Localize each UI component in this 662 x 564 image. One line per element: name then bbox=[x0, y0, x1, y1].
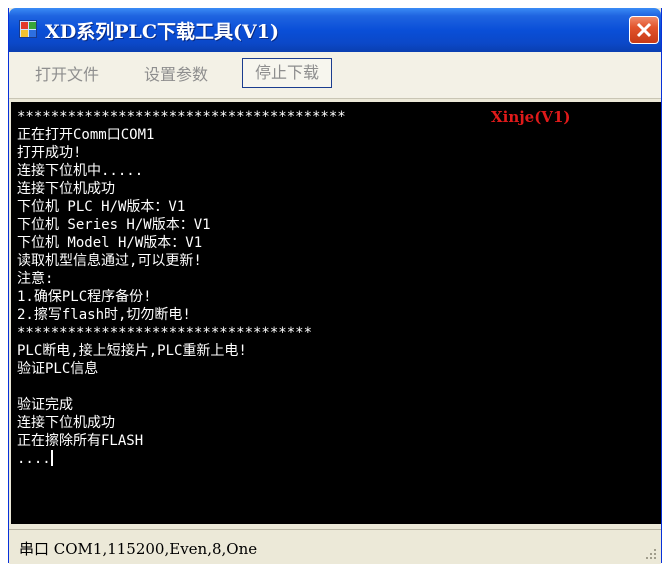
text-cursor bbox=[50, 450, 53, 466]
console-line: 下位机 PLC H/W版本：V1 bbox=[17, 199, 186, 215]
close-icon bbox=[636, 22, 652, 38]
open-file-button[interactable]: 打开文件 bbox=[35, 62, 99, 88]
console-line: 2.擦写flash时,切勿断电! bbox=[17, 307, 191, 323]
app-icon[interactable] bbox=[19, 20, 37, 38]
status-bar: 串口 COM1,115200,Even,8,One bbox=[9, 529, 661, 564]
console-line: 读取机型信息通过,可以更新! bbox=[17, 253, 202, 269]
console-output[interactable]: *************************************** … bbox=[11, 102, 661, 524]
console-line: 连接下位机成功 bbox=[17, 181, 115, 197]
console-line: 连接下位机成功 bbox=[17, 415, 115, 431]
window-title: XD系列PLC下载工具(V1) bbox=[45, 21, 279, 43]
console-line: 验证PLC信息 bbox=[17, 361, 99, 377]
console-line: 连接下位机中..... bbox=[17, 163, 144, 179]
console-line: PLC断电,接上短接片,PLC重新上电! bbox=[17, 343, 247, 359]
settings-button[interactable]: 设置参数 bbox=[144, 62, 208, 88]
console-line: 下位机 Series H/W版本：V1 bbox=[17, 217, 211, 233]
app-window: XD系列PLC下载工具(V1) 打开文件 设置参数 停止下载 *********… bbox=[8, 8, 662, 564]
console-line: *********************************** bbox=[17, 325, 313, 341]
resize-grip-icon[interactable] bbox=[645, 548, 657, 560]
console-line: 注意: bbox=[17, 271, 54, 287]
close-button[interactable] bbox=[629, 16, 659, 44]
title-bar[interactable]: XD系列PLC下载工具(V1) bbox=[9, 8, 661, 52]
console-line: 打开成功! bbox=[17, 145, 82, 161]
console-line: 下位机 Model H/W版本：V1 bbox=[17, 235, 203, 251]
console-line: 正在打开Comm口COM1 bbox=[17, 127, 155, 143]
console-line: 正在擦除所有FLASH bbox=[17, 433, 144, 449]
stop-download-button[interactable]: 停止下载 bbox=[242, 58, 333, 88]
toolbar: 打开文件 设置参数 停止下载 bbox=[9, 52, 661, 99]
status-text: 串口 COM1,115200,Even,8,One bbox=[19, 540, 258, 558]
console-line-text: .... bbox=[17, 451, 51, 467]
console-line: 1.确保PLC程序备份! bbox=[17, 289, 152, 305]
brand-label: Xinje(V1) bbox=[491, 108, 571, 126]
console-line: 验证完成 bbox=[17, 397, 73, 413]
console-line-last: .... bbox=[17, 450, 661, 468]
